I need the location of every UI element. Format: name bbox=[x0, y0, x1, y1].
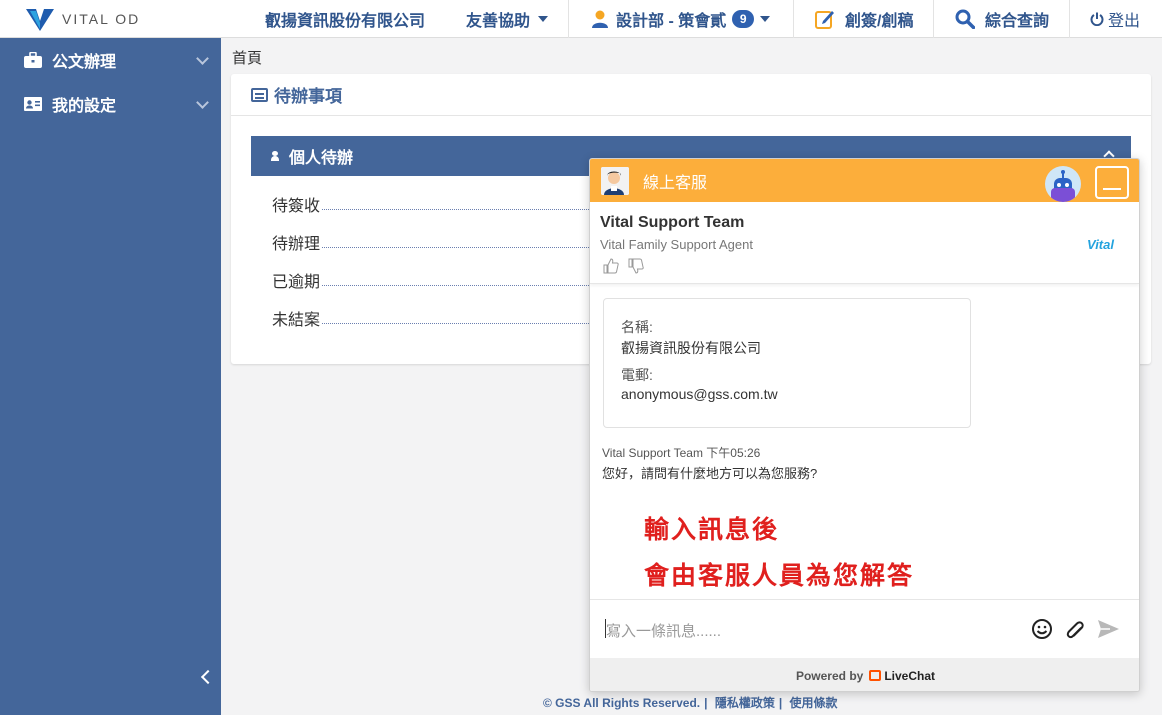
user-icon bbox=[592, 10, 608, 28]
todo-item-overdue[interactable]: 已逾期 bbox=[251, 268, 611, 292]
sidebar-item-documents[interactable]: 公文辦理 bbox=[0, 40, 221, 80]
sidebar-item-settings[interactable]: 我的設定 bbox=[0, 84, 221, 124]
footer: © GSS All Rights Reserved. | 隱私權政策 | 使用條款 bbox=[543, 694, 838, 711]
company-name-label: 叡揚資訊股份有限公司 bbox=[265, 13, 426, 30]
name-label: 名稱: bbox=[621, 319, 653, 335]
power-icon bbox=[1090, 12, 1104, 27]
divider bbox=[1069, 0, 1070, 38]
create-label: 創簽/創稿 bbox=[845, 13, 914, 30]
message-placeholder: 寫入一條訊息...... bbox=[606, 623, 722, 640]
logout-button[interactable]: 登出 bbox=[1090, 0, 1140, 38]
email-label: 電郵: bbox=[621, 367, 653, 383]
company-name: 叡揚資訊股份有限公司 bbox=[265, 0, 425, 38]
todo-item-open[interactable]: 未結案 bbox=[251, 306, 611, 330]
todo-label: 待辦理 bbox=[272, 236, 321, 253]
leader-dots bbox=[322, 208, 611, 210]
id-card-icon bbox=[24, 96, 42, 112]
todo-label: 待簽收 bbox=[272, 198, 321, 215]
logo-mark-icon bbox=[26, 7, 54, 31]
chat-widget: 線上客服 Vital Support Team Vital Family Sup… bbox=[589, 158, 1140, 692]
section-title: 個人待辦 bbox=[289, 150, 354, 167]
logo-text: VITAL OD bbox=[62, 11, 141, 27]
chat-title: 線上客服 bbox=[643, 174, 708, 192]
emoji-icon[interactable] bbox=[1030, 617, 1054, 641]
search-icon bbox=[955, 9, 976, 30]
agent-info: Vital Support Team Vital Family Support … bbox=[590, 202, 1139, 284]
briefcase-icon bbox=[24, 51, 42, 68]
message-meta: Vital Support Team 下午05:26 bbox=[602, 446, 761, 460]
footer-separator: | bbox=[704, 696, 708, 710]
todo-item-to-handle[interactable]: 待辦理 bbox=[251, 230, 611, 254]
email-value: anonymous@gss.com.tw bbox=[621, 386, 778, 402]
chevron-down-icon bbox=[196, 52, 209, 65]
breadcrumb[interactable]: 首頁 bbox=[232, 47, 262, 68]
sidebar-item-label: 我的設定 bbox=[52, 98, 117, 115]
list-icon bbox=[251, 87, 268, 102]
panel-title: 待辦事項 bbox=[274, 87, 342, 106]
copyright-text: © GSS All Rights Reserved. bbox=[543, 696, 701, 710]
search-label: 綜合查詢 bbox=[985, 13, 1050, 30]
top-bar: VITAL OD 叡揚資訊股份有限公司 友善協助 設計部 - 策會貳 9 創簽/… bbox=[0, 0, 1162, 38]
todo-label: 已逾期 bbox=[272, 274, 321, 291]
agent-avatar bbox=[601, 166, 629, 195]
edit-icon bbox=[815, 9, 835, 29]
user-icon bbox=[271, 151, 279, 161]
notification-badge: 9 bbox=[732, 10, 755, 28]
collapse-sidebar-icon[interactable] bbox=[200, 669, 216, 685]
caret-down-icon bbox=[760, 16, 771, 22]
agent-brand-logo: Vital bbox=[1087, 237, 1114, 252]
todo-item-to-sign[interactable]: 待簽收 bbox=[251, 192, 611, 216]
assist-label: 友善協助 bbox=[466, 13, 531, 30]
footer-separator: | bbox=[778, 696, 783, 710]
divider bbox=[568, 0, 569, 38]
thumbs-up-icon[interactable] bbox=[603, 258, 619, 274]
leader-dots bbox=[322, 284, 611, 286]
livechat-icon bbox=[869, 670, 882, 681]
thumbs-down-icon[interactable] bbox=[628, 258, 644, 274]
minimize-button[interactable] bbox=[1095, 166, 1129, 199]
message-input[interactable]: 寫入一條訊息...... bbox=[590, 599, 1139, 657]
livechat-brand: LiveChat bbox=[884, 668, 936, 683]
privacy-link[interactable]: 隱私權政策 bbox=[715, 696, 775, 710]
bot-icon[interactable] bbox=[1045, 166, 1081, 202]
leader-dots bbox=[322, 246, 611, 248]
send-icon[interactable] bbox=[1096, 617, 1120, 641]
leader-dots bbox=[322, 322, 611, 324]
visitor-info-card: 名稱: 叡揚資訊股份有限公司 電郵: anonymous@gss.com.tw bbox=[603, 298, 971, 428]
powered-by-text: Powered by bbox=[795, 668, 864, 683]
user-menu[interactable]: 設計部 - 策會貳 9 bbox=[592, 0, 771, 38]
sidebar-item-label: 公文辦理 bbox=[52, 54, 117, 71]
search-button[interactable]: 綜合查詢 bbox=[955, 0, 1049, 38]
chat-header: 線上客服 bbox=[590, 159, 1139, 202]
divider bbox=[793, 0, 794, 38]
instruction-note: 輸入訊息後 bbox=[644, 516, 780, 544]
text-cursor bbox=[605, 619, 606, 638]
message-text: 您好，請問有什麼地方可以為您服務? bbox=[602, 466, 818, 481]
powered-by-footer[interactable]: Powered by LiveChat bbox=[590, 658, 1139, 691]
instruction-note: 會由客服人員為您解答 bbox=[644, 562, 915, 590]
agent-role: Vital Family Support Agent bbox=[600, 237, 753, 252]
create-button[interactable]: 創簽/創稿 bbox=[815, 0, 913, 38]
logout-label: 登出 bbox=[1108, 13, 1141, 30]
name-value: 叡揚資訊股份有限公司 bbox=[621, 340, 761, 356]
sidebar: 公文辦理 我的設定 bbox=[0, 38, 221, 715]
divider bbox=[933, 0, 934, 38]
caret-down-icon bbox=[538, 16, 549, 22]
terms-link[interactable]: 使用條款 bbox=[790, 696, 838, 710]
assist-menu[interactable]: 友善協助 bbox=[466, 0, 549, 38]
attachment-icon[interactable] bbox=[1062, 617, 1086, 641]
todo-label: 未結案 bbox=[272, 312, 321, 329]
user-label: 設計部 - 策會貳 bbox=[616, 13, 727, 30]
agent-name: Vital Support Team bbox=[600, 214, 745, 231]
app-logo[interactable]: VITAL OD bbox=[26, 5, 140, 33]
panel-header: 待辦事項 bbox=[231, 74, 1151, 116]
chevron-down-icon bbox=[196, 96, 209, 109]
